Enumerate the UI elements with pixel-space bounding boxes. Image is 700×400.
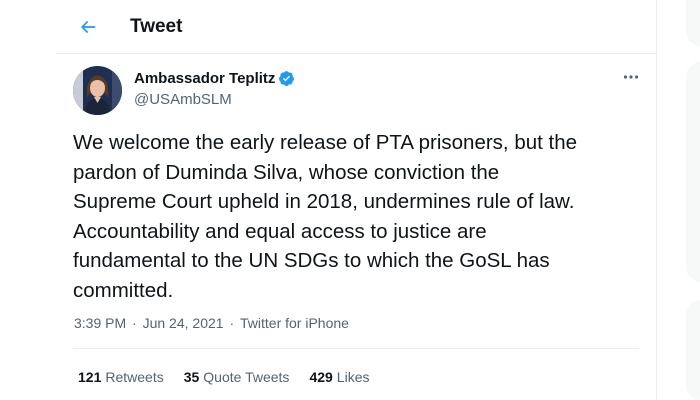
more-horizontal-icon [623,75,639,79]
tweet-text: We welcome the early release of PTA pris… [73,131,578,302]
quote-tweets-count: 35 [183,369,200,385]
tweet-meta: 3:39 PM · Jun 24, 2021 · Twitter for iPh… [74,315,349,331]
author-handle[interactable]: @USAmbSLM [134,91,232,108]
verified-badge-icon [278,70,295,87]
quote-tweets-label: Quote Tweets [203,369,290,385]
page-title: Tweet [130,16,183,37]
retweets-stat[interactable]: 121 Retweets [78,369,164,385]
meta-separator: · [225,315,239,331]
left-gutter [0,0,58,400]
more-options-button[interactable] [617,66,645,88]
meta-separator: · [128,315,141,331]
retweets-count: 121 [78,369,102,385]
tweet-time: 3:39 PM [74,315,127,331]
back-button[interactable] [71,10,105,44]
divider [73,348,639,349]
right-sidebar [656,0,700,400]
tweet-date: Jun 24, 2021 [142,315,224,331]
quote-tweets-stat[interactable]: 35 Quote Tweets [184,369,290,385]
tweet-source: Twitter for iPhone [240,315,349,331]
trends-panel [686,62,700,282]
likes-count: 429 [309,369,333,385]
likes-label: Likes [336,369,370,385]
author-name[interactable]: Ambassador Teplitz [134,70,295,87]
page-header: Tweet [57,0,655,54]
arrow-left-icon [81,21,96,33]
tweet-stats: 121 Retweets 35 Quote Tweets 429 Likes [78,369,389,385]
tweet-column: Tweet Ambassador Teplitz @USAmbSLM We we… [57,0,655,400]
search-panel[interactable] [686,0,700,46]
author-name-text: Ambassador Teplitz [134,70,276,87]
tweet-time-link[interactable]: 3:39 PM · Jun 24, 2021 [74,315,224,331]
avatar[interactable] [73,66,122,115]
profile-photo-icon [73,66,122,115]
who-to-follow-panel [686,300,700,400]
retweets-label: Retweets [105,369,164,385]
likes-stat[interactable]: 429 Likes [309,369,369,385]
